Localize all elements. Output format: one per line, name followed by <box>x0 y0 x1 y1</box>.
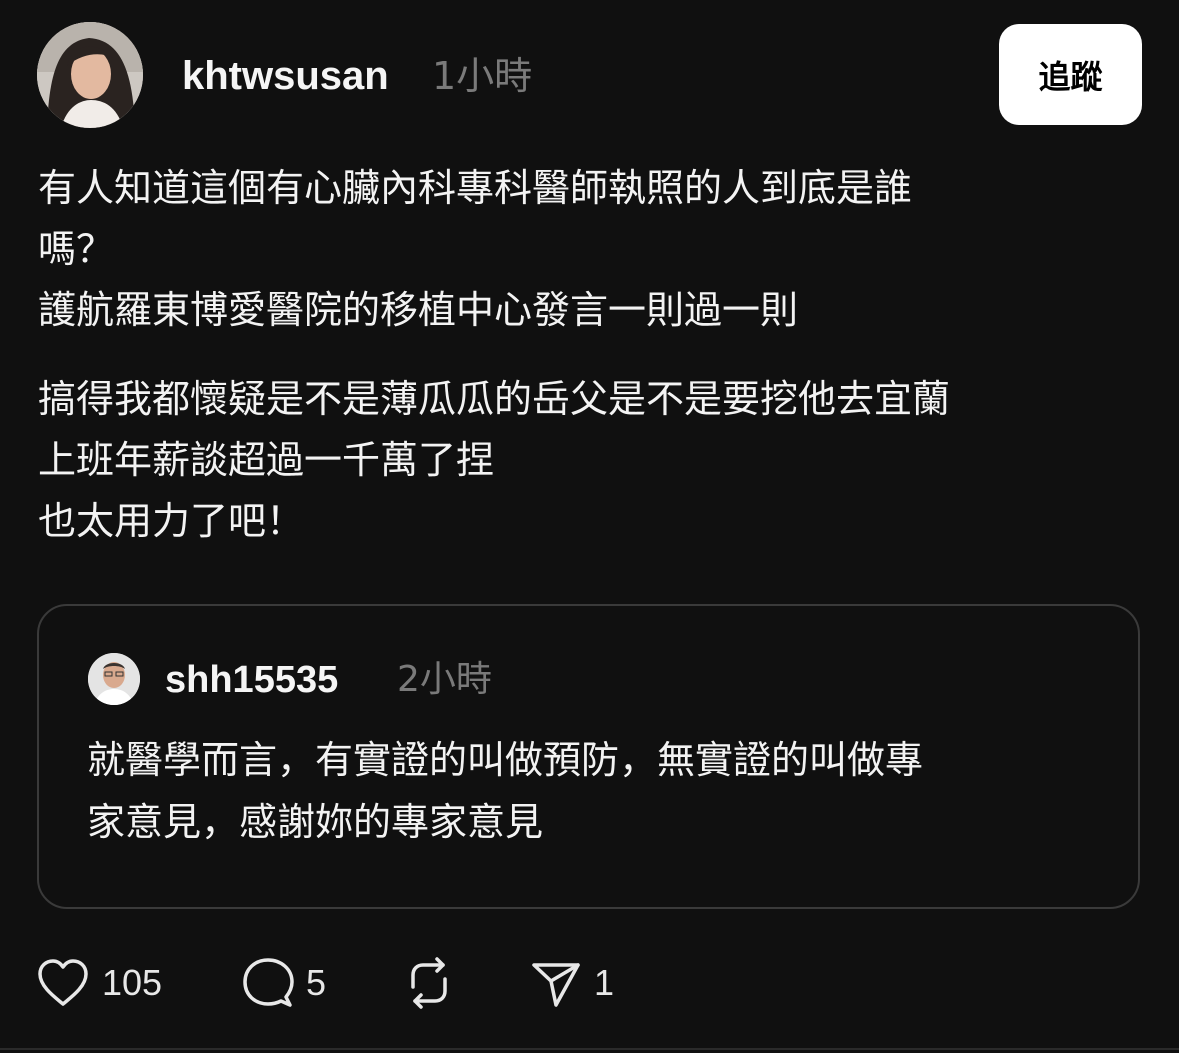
post-line: 上班年薪談超過一千萬了捏 <box>38 438 495 482</box>
author-username[interactable]: khtwsusan <box>182 50 389 102</box>
share-count: 1 <box>594 962 615 1003</box>
like-count: 105 <box>102 962 163 1003</box>
quoted-post-body: 就醫學而言，有實證的叫做預防，無實證的叫做專 家意見，感謝妳的專家意見 <box>87 729 1097 853</box>
post-line: 也太用力了吧！ <box>38 499 305 543</box>
quoted-author-avatar[interactable] <box>88 653 140 705</box>
quoted-post-card[interactable]: shh15535 2小時 就醫學而言，有實證的叫做預防，無實證的叫做專 家意見，… <box>37 604 1140 909</box>
quoted-timestamp: 2小時 <box>397 659 492 700</box>
post-line: 護航羅東博愛醫院的移植中心發言一則過一則 <box>38 288 799 332</box>
follow-button[interactable]: 追蹤 <box>999 24 1142 125</box>
author-avatar-image <box>37 22 143 128</box>
like-button[interactable]: 105 <box>36 950 162 1016</box>
quoted-line: 家意見，感謝妳的專家意見 <box>87 800 544 844</box>
quoted-author-username[interactable]: shh15535 <box>165 656 338 704</box>
repost-button[interactable] <box>403 950 455 1016</box>
comment-count: 5 <box>306 962 327 1003</box>
author-avatar[interactable] <box>37 22 143 128</box>
send-icon <box>532 963 580 1007</box>
post-body: 有人知道這個有心臟內科專科醫師執照的人到底是誰 嗎？ 護航羅東博愛醫院的移植中心… <box>38 158 1138 552</box>
divider <box>0 1048 1179 1050</box>
comment-button[interactable]: 5 <box>242 950 326 1016</box>
post-line: 搞得我都懷疑是不是薄瓜瓜的岳父是不是要挖他去宜蘭 <box>38 377 951 421</box>
heart-icon <box>38 959 88 1006</box>
quoted-line: 就醫學而言，有實證的叫做預防，無實證的叫做專 <box>87 738 924 782</box>
share-button[interactable]: 1 <box>530 950 614 1016</box>
post-line: 嗎？ <box>38 227 115 271</box>
post-line: 有人知道這個有心臟內科專科醫師執照的人到底是誰 <box>38 166 913 210</box>
action-bar: 105 5 1 <box>0 950 1179 1020</box>
quoted-avatar-image <box>88 653 140 705</box>
post-timestamp: 1小時 <box>432 54 533 98</box>
comment-icon <box>243 958 294 1007</box>
repost-icon <box>411 957 447 1009</box>
